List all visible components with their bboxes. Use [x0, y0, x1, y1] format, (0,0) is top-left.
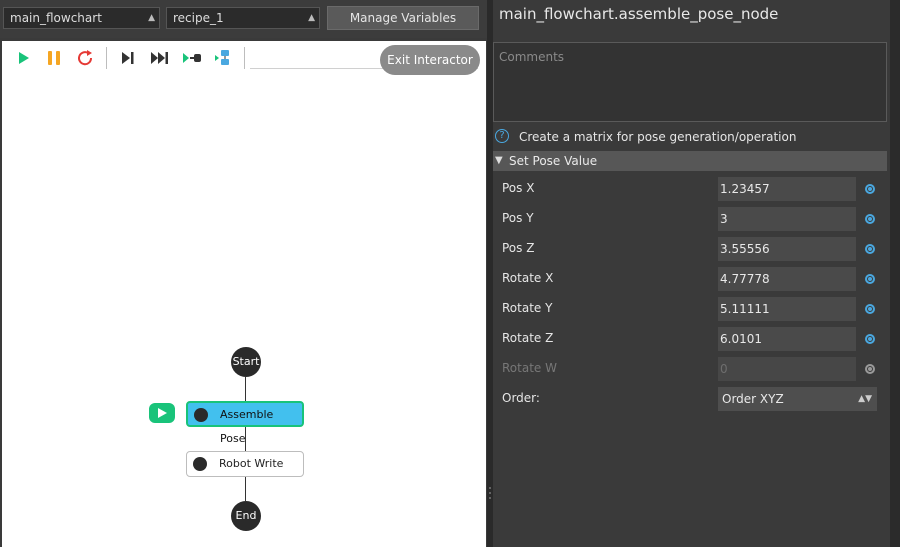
param-row-rotate-x: Rotate X 4.77778 — [493, 267, 887, 291]
param-value-input[interactable]: 1.23457 — [718, 177, 856, 201]
robot-write-node-label: Robot Write — [219, 457, 284, 470]
variable-link-icon[interactable] — [865, 304, 875, 314]
param-label: Pos Z — [502, 241, 535, 255]
pause-icon[interactable] — [44, 49, 64, 67]
param-row-rotate-y: Rotate Y 5.11111 — [493, 297, 887, 321]
recipe-select-value: recipe_1 — [173, 11, 224, 25]
toolbar-divider — [106, 47, 107, 69]
edge-assemble-robot — [245, 427, 246, 451]
current-node-play-icon — [149, 403, 175, 423]
section-title: Set Pose Value — [509, 154, 598, 168]
restart-icon[interactable] — [76, 49, 96, 67]
order-select[interactable]: Order XYZ ▲▼ — [718, 387, 877, 411]
debug-toolbar: Exit Interactor — [2, 41, 486, 75]
chevron-updown-icon: ▲▼ — [858, 394, 872, 404]
param-row-rotate-z: Rotate Z 6.0101 — [493, 327, 887, 351]
variable-link-icon[interactable] — [865, 334, 875, 344]
node-description: Create a matrix for pose generation/oper… — [519, 130, 797, 144]
robot-write-node[interactable]: Robot Write — [186, 451, 304, 477]
param-label: Pos Y — [502, 211, 534, 225]
param-value-input[interactable]: 5.11111 — [718, 297, 856, 321]
manage-variables-button[interactable]: Manage Variables — [327, 6, 479, 30]
flowchart-select[interactable]: main_flowchart ▲ — [3, 7, 160, 29]
splitter-grip-icon — [489, 487, 491, 499]
flowchart-select-value: main_flowchart — [10, 11, 102, 25]
debug-node-icon[interactable] — [214, 49, 234, 67]
comments-field[interactable]: Comments — [493, 42, 887, 122]
param-value-input[interactable]: 3 — [718, 207, 856, 231]
variable-link-icon[interactable] — [865, 274, 875, 284]
param-row-pos-z: Pos Z 3.55556 — [493, 237, 887, 261]
param-label: Rotate X — [502, 271, 554, 285]
assemble-pose-node[interactable]: Assemble Pose — [186, 401, 304, 445]
chevron-updown-icon: ▲ — [308, 13, 315, 23]
edge-start-assemble — [245, 377, 246, 401]
end-node[interactable]: End — [231, 501, 261, 531]
run-to-node-icon[interactable] — [182, 49, 202, 67]
param-label: Rotate Z — [502, 331, 554, 345]
assemble-pose-node-label: Assemble Pose — [220, 408, 274, 445]
start-node[interactable]: Start — [231, 347, 261, 377]
param-row-pos-x: Pos X 1.23457 — [493, 177, 887, 201]
variable-link-icon[interactable] — [865, 244, 875, 254]
play-icon[interactable] — [14, 49, 34, 67]
param-row-pos-y: Pos Y 3 — [493, 207, 887, 231]
toolbar-divider — [244, 47, 245, 69]
param-label: Pos X — [502, 181, 535, 195]
properties-pane: main_flowchart.assemble_pose_node Commen… — [493, 0, 890, 547]
param-value-input[interactable]: 3.55556 — [718, 237, 856, 261]
param-row-order: Order: Order XYZ ▲▼ — [493, 387, 887, 411]
variable-link-icon[interactable] — [865, 214, 875, 224]
param-label: Rotate Y — [502, 301, 553, 315]
param-label: Rotate W — [502, 361, 557, 375]
help-icon[interactable]: ? — [495, 129, 509, 143]
param-value-input[interactable]: 6.0101 — [718, 327, 856, 351]
flowchart-canvas[interactable]: Exit Interactor Start Assemble Pose Robo… — [2, 41, 486, 547]
recipe-select[interactable]: recipe_1 ▲ — [166, 7, 320, 29]
exit-interactor-button[interactable]: Exit Interactor — [380, 45, 480, 75]
scrollbar[interactable] — [890, 0, 900, 547]
order-label: Order: — [502, 391, 540, 405]
robot-node-icon — [193, 457, 207, 471]
param-value-input[interactable]: 4.77778 — [718, 267, 856, 291]
variable-link-icon[interactable] — [865, 184, 875, 194]
set-pose-value-section[interactable]: ▼ Set Pose Value — [493, 151, 887, 171]
flowchart-pane: main_flowchart ▲ recipe_1 ▲ Manage Varia… — [0, 0, 487, 547]
node-title: main_flowchart.assemble_pose_node — [499, 5, 779, 23]
chevron-updown-icon: ▲ — [148, 13, 155, 23]
order-select-value: Order XYZ — [722, 392, 784, 406]
fast-forward-icon[interactable] — [150, 49, 170, 67]
variable-link-icon[interactable] — [865, 364, 875, 374]
collapse-triangle-icon: ▼ — [495, 155, 503, 166]
param-row-rotate-w: Rotate W 0 — [493, 357, 887, 381]
step-icon[interactable] — [118, 49, 138, 67]
edge-robot-end — [245, 477, 246, 501]
pose-node-icon — [194, 408, 208, 422]
flowchart-topbar: main_flowchart ▲ recipe_1 ▲ Manage Varia… — [0, 0, 487, 38]
param-value-input-disabled: 0 — [718, 357, 856, 381]
